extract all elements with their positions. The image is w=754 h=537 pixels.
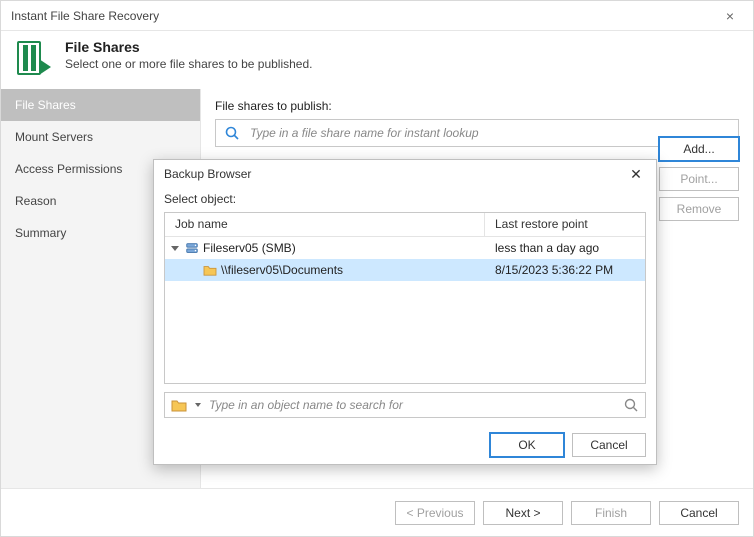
row-share-name: \\fileserv05\Documents [221,263,343,277]
ok-button[interactable]: OK [490,433,564,457]
window-title: Instant File Share Recovery [11,9,159,23]
file-share-search-input[interactable] [248,125,730,141]
col-restore-point[interactable]: Last restore point [485,213,645,236]
expand-toggle-icon[interactable] [171,246,179,251]
search-icon [224,125,240,141]
object-grid: Job name Last restore point Fileserv05 (… [164,212,646,384]
row-share-restore: 8/15/2023 5:36:22 PM [485,263,645,277]
col-job-name[interactable]: Job name [165,213,485,236]
grid-header: Job name Last restore point [165,213,645,237]
dialog-cancel-button[interactable]: Cancel [572,433,646,457]
folder-icon [203,264,217,276]
page-title: File Shares [65,39,312,55]
finish-button: Finish [571,501,651,525]
dialog-titlebar: Backup Browser ✕ [154,160,656,188]
header: File Shares Select one or more file shar… [1,31,753,89]
cancel-button[interactable]: Cancel [659,501,739,525]
publish-label: File shares to publish: [215,99,739,113]
next-button[interactable]: Next > [483,501,563,525]
row-server-name: Fileserv05 (SMB) [203,241,296,255]
backup-browser-dialog: Backup Browser ✕ Select object: Job name… [153,159,657,465]
step-mount-servers[interactable]: Mount Servers [1,121,200,153]
dialog-prompt: Select object: [164,192,646,206]
server-icon [185,241,199,255]
tree-row-server[interactable]: Fileserv05 (SMB) less than a day ago [165,237,645,259]
wizard-footer: < Previous Next > Finish Cancel [1,488,753,536]
object-search-input[interactable] [207,397,617,413]
remove-button: Remove [659,197,739,221]
point-button: Point... [659,167,739,191]
previous-button: < Previous [395,501,475,525]
step-file-shares[interactable]: File Shares [1,89,200,121]
action-buttons: Add... Point... Remove [659,137,739,221]
dialog-close-icon[interactable]: ✕ [624,166,648,183]
tree-row-share[interactable]: \\fileserv05\Documents 8/15/2023 5:36:22… [165,259,645,281]
folder-filter-icon[interactable] [171,398,187,412]
row-server-restore: less than a day ago [485,241,645,255]
close-icon[interactable]: × [715,1,745,31]
page-subtitle: Select one or more file shares to be pub… [65,57,312,71]
file-share-icon [13,39,53,79]
dialog-footer: OK Cancel [154,426,656,464]
main-window: Instant File Share Recovery × File Share… [0,0,754,537]
search-icon[interactable] [623,397,639,413]
object-search[interactable] [164,392,646,418]
dialog-title: Backup Browser [164,167,251,181]
titlebar: Instant File Share Recovery × [1,1,753,31]
add-button[interactable]: Add... [659,137,739,161]
chevron-down-icon[interactable] [195,403,201,407]
